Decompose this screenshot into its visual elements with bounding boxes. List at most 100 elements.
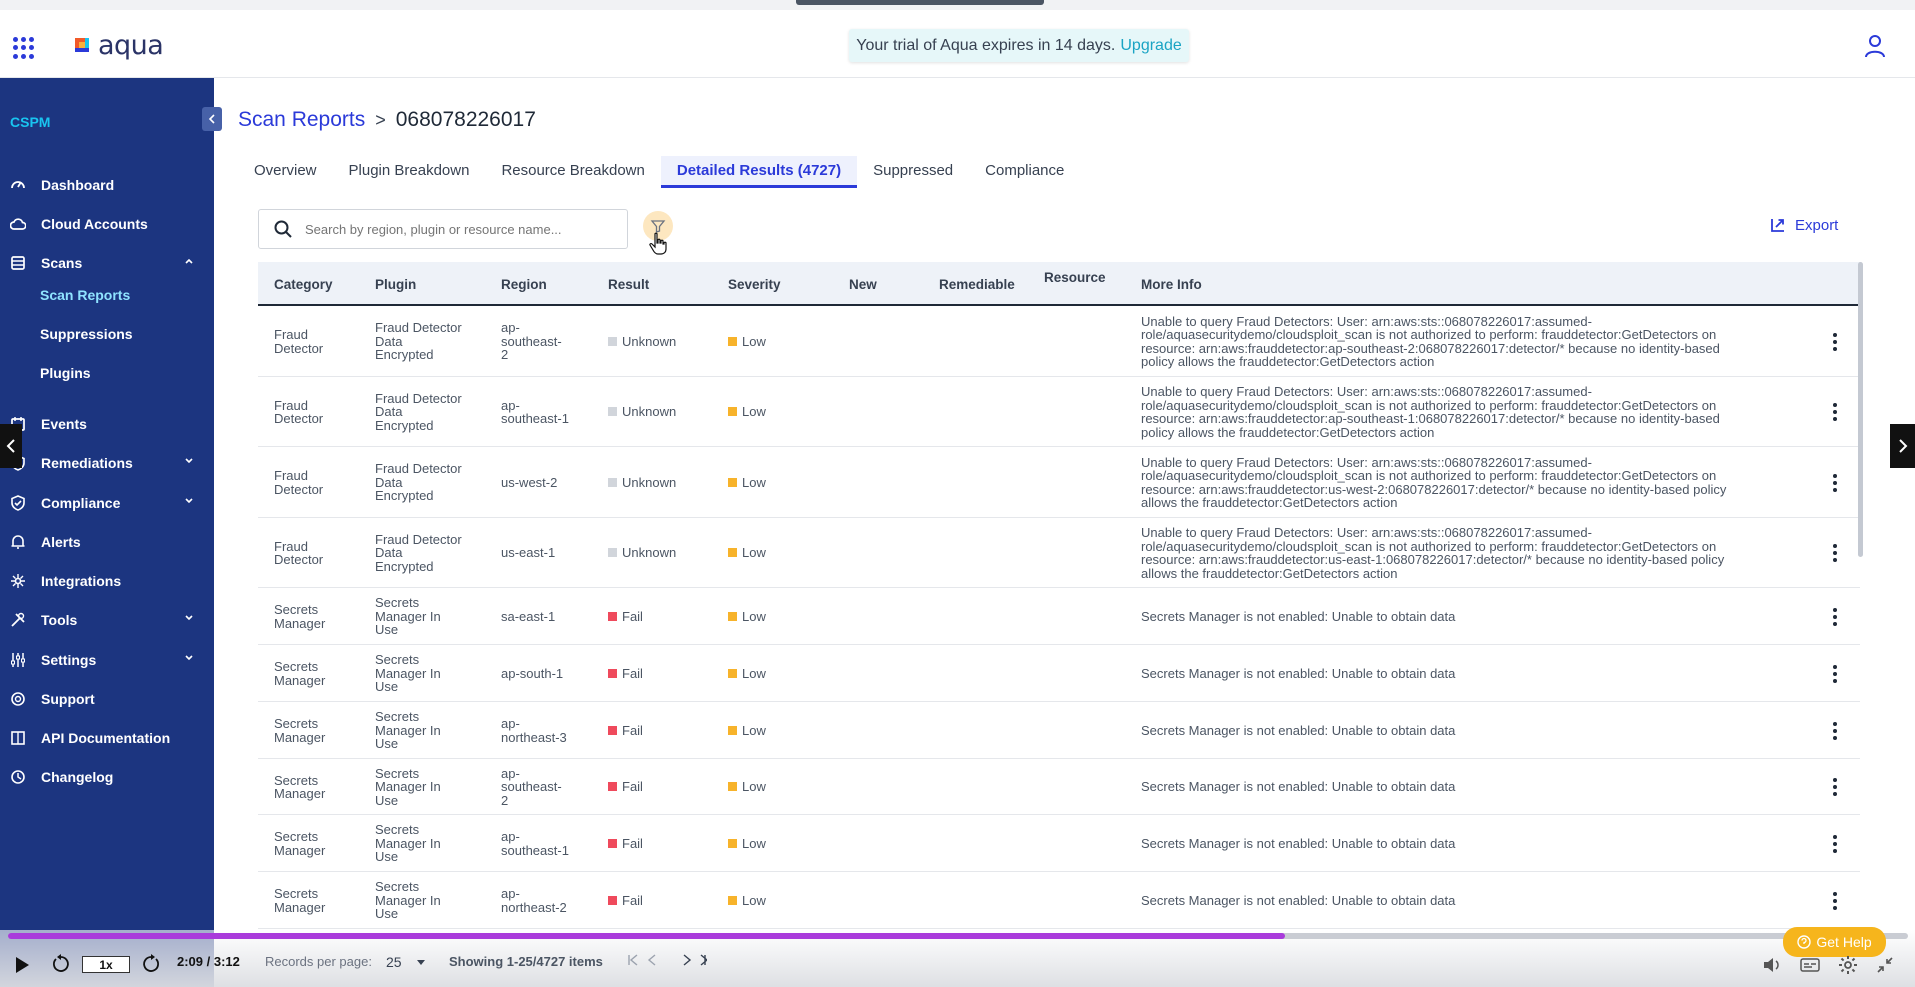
prev-slide-arrow-icon[interactable] [0, 424, 22, 468]
tab-overview[interactable]: Overview [238, 156, 333, 188]
settings-gear-icon[interactable] [1838, 955, 1858, 975]
sidebar-subitem-plugins[interactable]: Plugins [40, 365, 91, 381]
column-header-result[interactable]: Result [608, 277, 649, 292]
video-scrub-thumb[interactable] [796, 0, 1044, 5]
tab-plugin-breakdown[interactable]: Plugin Breakdown [333, 156, 486, 188]
row-actions-kebab-icon[interactable] [1833, 473, 1837, 495]
export-icon [1771, 219, 1784, 232]
table-scrollbar[interactable] [1858, 262, 1863, 557]
table-row[interactable]: Secrets Manager Secrets Manager In Use ap-nor… [258, 872, 1860, 929]
sidebar-item-dashboard[interactable]: Dashboard [0, 171, 214, 199]
sidebar-item-api-documentation[interactable]: API Documentation [0, 724, 214, 752]
cell-more-info: Unable to query Fraud Detectors: User: a… [1141, 314, 1781, 369]
sidebar-item-events[interactable]: Events [0, 410, 214, 438]
row-actions-kebab-icon[interactable] [1833, 778, 1837, 799]
sidebar-item-settings[interactable]: Settings [0, 646, 214, 674]
bell-icon [9, 533, 27, 551]
sidebar-item-compliance[interactable]: Compliance [0, 489, 214, 517]
column-header-plugin[interactable]: Plugin [375, 277, 416, 292]
cell-category-line: Manager [274, 615, 326, 631]
column-header-category[interactable]: Category [274, 277, 333, 292]
cell-severity: Low [728, 836, 766, 851]
upgrade-link[interactable]: Upgrade [1120, 37, 1181, 55]
table-row[interactable]: Fraud Detector Fraud Detector Data Encrypted… [258, 306, 1860, 377]
cell-category: Fraud Detector [274, 328, 364, 355]
get-help-button[interactable]: Get Help [1783, 927, 1886, 957]
sidebar-item-scans[interactable]: Scans [0, 249, 214, 277]
table-row[interactable]: Secrets Manager Secrets Manager In Use sa-eas… [258, 588, 1860, 645]
cell-more-info-line: policy allows the frauddetector:GetDetec… [1141, 424, 1435, 440]
sidebar-subitem-suppressions[interactable]: Suppressions [40, 326, 133, 342]
tab-resource-breakdown[interactable]: Resource Breakdown [485, 156, 660, 188]
table-row[interactable]: Secrets Manager Secrets Manager In Use ap-sou… [258, 645, 1860, 702]
row-actions-kebab-icon[interactable] [1833, 403, 1837, 424]
volume-icon[interactable] [1763, 957, 1781, 973]
cell-severity: Low [728, 609, 766, 624]
replay-icon[interactable] [51, 954, 71, 974]
table-row[interactable]: Secrets Manager Secrets Manager In Use ap-sou… [258, 759, 1860, 815]
result-label: Unknown [622, 333, 677, 349]
fullscreen-exit-icon[interactable] [1877, 957, 1893, 973]
column-header-resource[interactable]: Resource [1044, 270, 1106, 285]
row-actions-kebab-icon[interactable] [1833, 721, 1837, 743]
aqua-logo[interactable]: aqua [72, 29, 164, 61]
row-actions-kebab-icon[interactable] [1833, 607, 1837, 629]
cell-plugin-line: Data [375, 545, 403, 561]
row-actions-kebab-icon[interactable] [1833, 891, 1837, 913]
table-row[interactable]: Fraud Detector Fraud Detector Data Encrypted… [258, 518, 1860, 588]
sidebar-item-integrations[interactable]: Integrations [0, 567, 214, 595]
sidebar-item-cloud-accounts[interactable]: Cloud Accounts [0, 210, 214, 238]
tab-compliance[interactable]: Compliance [969, 156, 1080, 188]
sidebar-item-changelog[interactable]: Changelog [0, 763, 214, 791]
sidebar-item-remediations[interactable]: Remediations [0, 449, 214, 477]
cell-more-info-line: allows the frauddetector:GetDetectors ac… [1141, 565, 1398, 581]
sidebar-item-alerts[interactable]: Alerts [0, 528, 214, 556]
captions-icon[interactable] [1800, 958, 1820, 972]
table-row[interactable]: Fraud Detector Fraud Detector Data Encrypted… [258, 377, 1860, 447]
next-slide-arrow-icon[interactable] [1890, 424, 1915, 468]
cell-more-info-line: Secrets Manager is not enabled: Unable t… [1141, 608, 1456, 624]
cell-plugin-line: Data [375, 333, 403, 349]
playback-speed-button[interactable]: 1x [82, 956, 130, 973]
row-actions-kebab-icon[interactable] [1833, 834, 1837, 856]
cell-more-info-line: resource: arn:aws:frauddetector:ap-south… [1141, 340, 1720, 356]
apps-grid-icon[interactable] [13, 37, 35, 59]
column-header-region[interactable]: Region [501, 277, 547, 292]
row-actions-kebab-icon[interactable] [1833, 332, 1837, 354]
result-label: Fail [622, 892, 643, 908]
sidebar-item-support[interactable]: Support [0, 685, 214, 713]
pagination-controls-icon[interactable] [627, 953, 707, 967]
search-input[interactable] [305, 221, 605, 237]
cell-more-info-line: Secrets Manager is not enabled: Unable t… [1141, 722, 1456, 738]
caret-down-icon[interactable] [416, 959, 426, 967]
tab-detailed-results[interactable]: Detailed Results (4727) [660, 156, 858, 188]
user-profile-icon[interactable] [1862, 33, 1888, 59]
video-progress-fill [8, 933, 1285, 939]
column-header-remediable[interactable]: Remediable [939, 277, 1015, 292]
export-button[interactable]: Export [1769, 216, 1838, 234]
forward-icon[interactable] [141, 954, 161, 974]
sidebar-item-tools[interactable]: Tools [0, 606, 214, 634]
table-row[interactable]: Secrets Manager Secrets Manager In Use ap-nor… [258, 702, 1860, 759]
cell-region-line: sa-east-1 [501, 608, 556, 624]
breadcrumb-scan-reports-link[interactable]: Scan Reports [238, 108, 365, 132]
column-header-more-info[interactable]: More Info [1141, 277, 1202, 292]
row-actions-kebab-icon[interactable] [1833, 664, 1837, 686]
cell-result: Fail [608, 780, 643, 794]
play-icon[interactable] [14, 956, 30, 974]
records-per-page-value[interactable]: 25 [386, 954, 402, 970]
sidebar-subitem-scan-reports[interactable]: Scan Reports [40, 287, 130, 303]
column-header-severity[interactable]: Severity [728, 277, 781, 292]
logo-text: aqua [98, 29, 164, 61]
cell-region-line: northeast-3 [501, 729, 567, 745]
row-actions-kebab-icon[interactable] [1833, 544, 1837, 565]
result-label: Fail [622, 779, 643, 794]
search-box[interactable] [258, 209, 628, 249]
table-row[interactable]: Fraud Detector Fraud Detector Data Encrypted… [258, 447, 1860, 518]
column-header-new[interactable]: New [849, 277, 877, 292]
tab-suppressed[interactable]: Suppressed [857, 156, 969, 188]
table-row[interactable]: Secrets Manager Secrets Manager In Use ap-sou… [258, 815, 1860, 872]
collapse-sidebar-button[interactable] [202, 107, 222, 131]
cell-plugin-line: Data [375, 474, 403, 490]
severity-square [728, 477, 737, 487]
